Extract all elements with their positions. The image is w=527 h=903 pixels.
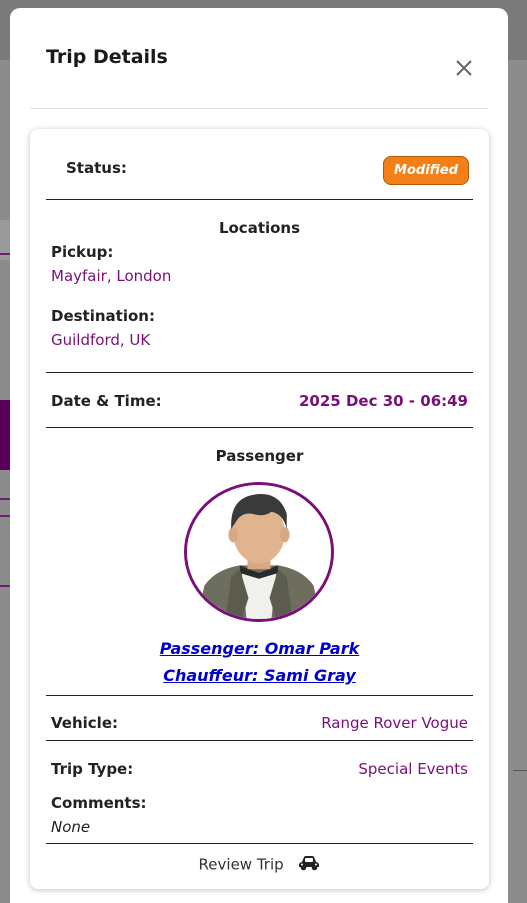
status-badge: Modified bbox=[383, 156, 469, 185]
modal-header: Trip Details bbox=[30, 8, 488, 109]
trip-type-label: Trip Type: bbox=[51, 760, 134, 778]
review-trip-button[interactable]: Review Trip bbox=[30, 855, 489, 875]
divider bbox=[46, 199, 473, 200]
destination-value: Guildford, UK bbox=[51, 331, 151, 349]
status-label: Status: bbox=[66, 159, 127, 177]
comments-value: None bbox=[51, 818, 91, 836]
divider bbox=[46, 372, 473, 373]
review-trip-label: Review Trip bbox=[198, 855, 284, 874]
divider bbox=[46, 427, 473, 428]
pickup-value: Mayfair, London bbox=[51, 267, 172, 285]
locations-title: Locations bbox=[218, 219, 301, 237]
close-button[interactable] bbox=[452, 56, 476, 80]
passenger-title: Passenger bbox=[215, 447, 304, 465]
trip-details-card: Status: Modified Locations Pickup: Mayfa… bbox=[30, 129, 489, 889]
datetime-label: Date & Time: bbox=[51, 392, 162, 410]
divider bbox=[46, 695, 473, 696]
trip-details-modal: Trip Details Status: Modified Locations … bbox=[10, 8, 508, 903]
passenger-link[interactable]: Passenger: Omar Park bbox=[30, 639, 489, 658]
passenger-avatar bbox=[184, 482, 334, 622]
divider bbox=[46, 843, 473, 844]
car-icon bbox=[298, 855, 320, 875]
comments-label: Comments: bbox=[51, 794, 147, 812]
divider bbox=[46, 740, 473, 741]
datetime-value: 2025 Dec 30 - 06:49 bbox=[299, 392, 468, 410]
destination-label: Destination: bbox=[51, 307, 155, 325]
person-avatar-icon bbox=[187, 485, 331, 619]
trip-type-value: Special Events bbox=[358, 760, 468, 778]
background-divider bbox=[513, 770, 527, 771]
close-icon bbox=[456, 60, 472, 76]
chauffeur-link[interactable]: Chauffeur: Sami Gray bbox=[30, 666, 489, 685]
vehicle-value: Range Rover Vogue bbox=[321, 714, 468, 732]
vehicle-label: Vehicle: bbox=[51, 714, 118, 732]
pickup-label: Pickup: bbox=[51, 243, 114, 261]
modal-title: Trip Details bbox=[46, 46, 168, 68]
